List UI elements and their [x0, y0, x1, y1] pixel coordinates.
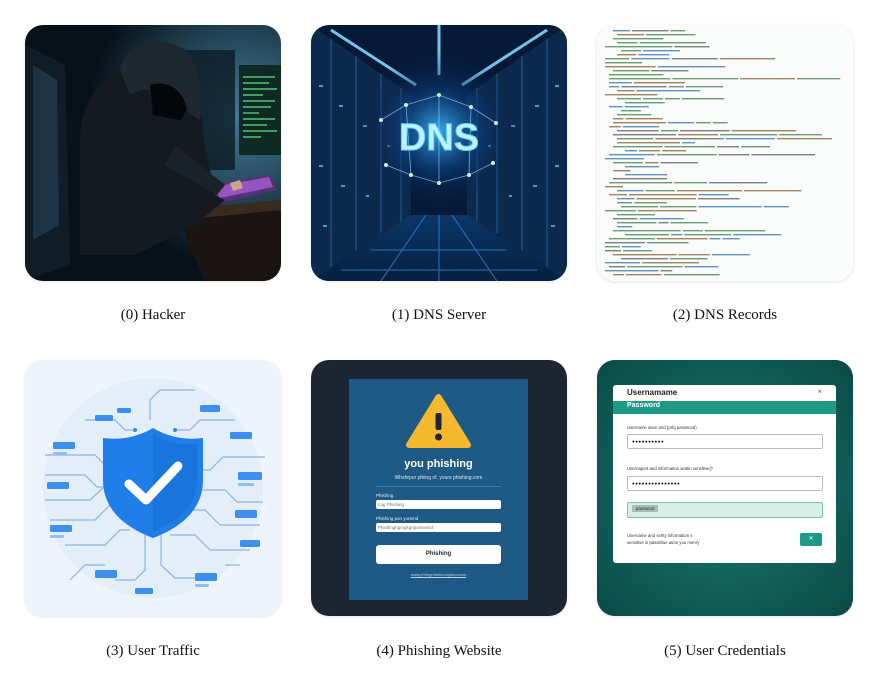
hacker-image	[25, 25, 281, 281]
dns-sign: DNS	[399, 117, 479, 159]
phishing-website-image: you phishing Whshrpur phiing of, yours p…	[311, 360, 567, 616]
divider	[376, 486, 501, 487]
field1-label: Phishing	[376, 493, 394, 498]
dialog-title: Usernamame	[627, 388, 678, 397]
caption-dns-server: (1) DNS Server	[391, 307, 487, 323]
close-icon[interactable]: ×	[817, 387, 822, 396]
password-tag: password	[632, 505, 659, 512]
caption-user-traffic: (3) User Traffic	[106, 643, 200, 659]
credential-secret-field[interactable]: ●●●●●●●●●●●●●●●	[627, 476, 823, 491]
phishing-submit-button[interactable]: Phishing	[376, 545, 501, 564]
confirm-button[interactable]: ✕	[800, 533, 822, 546]
phishing-title: you phishing	[404, 458, 473, 470]
dns-server-image: DNS	[311, 25, 567, 281]
credential-password-field[interactable]: ●●●●●●●●●●	[627, 434, 823, 449]
phishing-footer-link[interactable]: www.phhhgmhshorwphnoncom	[349, 572, 528, 577]
caption-dns-records: (2) DNS Records	[672, 307, 778, 323]
phishing-subtitle: Whshrpur phiing of, yours phishing.com	[394, 475, 483, 481]
tab-password[interactable]: Password	[627, 402, 660, 409]
field2-label: Phishing pon yoremd	[376, 516, 419, 521]
phishing-panel: you phishing Whshrpur phiing of, yours p…	[349, 379, 528, 600]
user-credentials-image: Usernamame × Password Username ation and…	[597, 360, 853, 616]
phishing-password-input[interactable]	[376, 523, 501, 532]
caption-hacker: (0) Hacker	[120, 307, 186, 323]
credentials-dialog: Usernamame × Password Username ation and…	[613, 385, 836, 563]
phishing-username-input[interactable]	[376, 500, 501, 509]
caption-user-credentials: (5) User Credentials	[664, 643, 786, 659]
field1-label: Username ation and (prfg password)	[627, 425, 697, 430]
field2-label: Usernapert and information wattin sensit…	[627, 466, 713, 471]
info-note-line2: sensitive in passiblue ation you menry	[627, 540, 700, 545]
user-traffic-image	[25, 360, 281, 616]
info-note-line1: Username and sehty information s	[627, 533, 693, 538]
dns-records-image	[597, 25, 853, 281]
caption-phishing-website: (4) Phishing Website	[376, 643, 502, 659]
